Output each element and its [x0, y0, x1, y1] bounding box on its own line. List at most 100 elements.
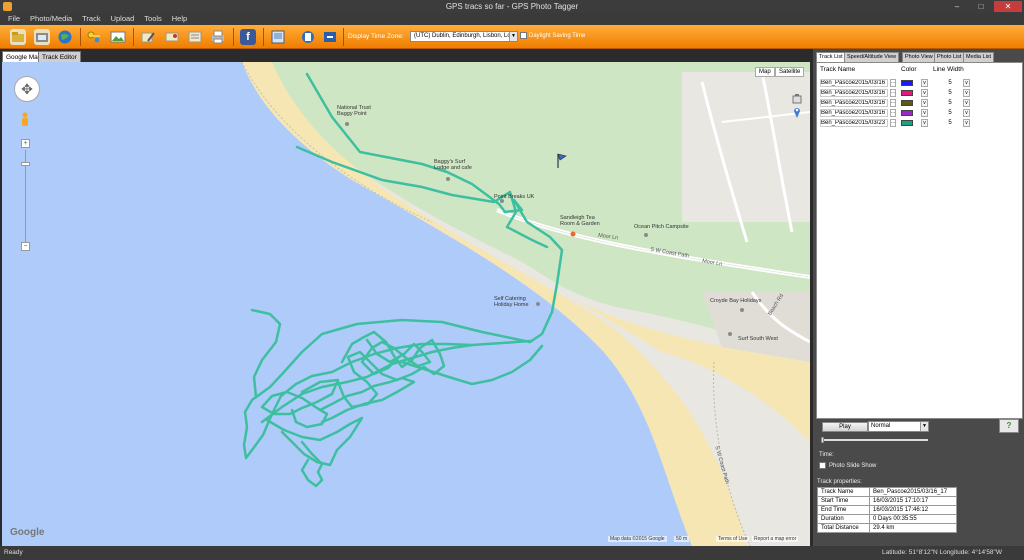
zoom-in-button[interactable]: +: [21, 139, 30, 148]
chevron-down-icon[interactable]: v: [963, 89, 970, 97]
key-icon[interactable]: [86, 29, 102, 45]
toolbar-separator: [343, 28, 344, 46]
open-folder-icon[interactable]: [10, 29, 26, 45]
track-name: Ben_Pascoe2015/03/16: [820, 89, 888, 97]
track-row[interactable]: Ben_Pascoe2015/03/16... v 5 v: [817, 109, 1017, 118]
title-bar: GPS tracs so far - GPS Photo Tagger – □ …: [0, 0, 1024, 13]
menu-track[interactable]: Track: [82, 13, 100, 25]
chevron-down-icon[interactable]: v: [921, 99, 928, 107]
track-color-swatch[interactable]: [901, 90, 913, 96]
track-options-button[interactable]: ...: [890, 79, 896, 87]
property-row: Track Name Ben_Pascoe2015/03/16_17: [817, 487, 957, 497]
place-ocean-pitch: Ocean Pitch Campsite: [634, 224, 689, 230]
tab-media-list[interactable]: Media List: [963, 52, 995, 62]
track-color-swatch[interactable]: [901, 80, 913, 86]
chevron-down-icon[interactable]: v: [963, 119, 970, 127]
export-icon[interactable]: [187, 29, 203, 45]
property-value: 16/03/2015 17:10:17: [869, 496, 957, 506]
coordinates-readout: Latitude: 51°8'12"N Longitude: 4°14'58"W: [882, 549, 1002, 556]
track-row[interactable]: Ben_Pascoe2015/03/16... v 5 v: [817, 89, 1017, 98]
track-row[interactable]: Ben_Pascoe2015/03/16... v 5 v: [817, 99, 1017, 108]
help-icon[interactable]: ?: [999, 419, 1019, 433]
pegman-icon[interactable]: [20, 112, 30, 128]
facebook-icon[interactable]: f: [240, 29, 256, 45]
zoom-slider-handle[interactable]: [21, 162, 30, 166]
menu-photo-media[interactable]: Photo/Media: [30, 13, 72, 25]
poi-marker: [536, 302, 540, 306]
minimize-button[interactable]: –: [946, 1, 968, 12]
poi-marker: [446, 177, 450, 181]
slide-show-checkbox[interactable]: [819, 462, 826, 469]
toolbar-separator: [133, 28, 134, 46]
track-options-button[interactable]: ...: [890, 89, 896, 97]
menu-bar: File Photo/Media Track Upload Tools Help: [0, 13, 1024, 25]
track-color-swatch[interactable]: [901, 110, 913, 116]
track-color-swatch[interactable]: [901, 100, 913, 106]
speed-value: Normal: [871, 423, 891, 429]
chevron-down-icon[interactable]: v: [921, 79, 928, 87]
tag-icon[interactable]: [164, 29, 180, 45]
map-terms-link[interactable]: Terms of Use: [716, 536, 750, 542]
chevron-down-icon[interactable]: ▼: [509, 32, 517, 41]
track-color-swatch[interactable]: [901, 120, 913, 126]
track-row[interactable]: Ben_Pascoe2015/03/16... v 5 v: [817, 79, 1017, 88]
album-icon[interactable]: [270, 29, 286, 45]
phone-icon[interactable]: [300, 29, 316, 45]
tab-photo-list[interactable]: Photo List: [934, 52, 965, 62]
tab-track-editor[interactable]: Track Editor: [38, 51, 81, 62]
chevron-down-icon[interactable]: v: [921, 119, 928, 127]
dst-checkbox[interactable]: [520, 32, 527, 39]
chevron-down-icon[interactable]: ▼: [920, 422, 928, 431]
pan-control[interactable]: ✥: [14, 76, 40, 102]
location-pin-icon[interactable]: [793, 106, 801, 118]
property-row: Duration 0 Days 00:35:55: [817, 514, 957, 524]
speed-select[interactable]: Normal ▼: [868, 421, 929, 432]
track-row[interactable]: Ben_Pascoe2015/03/23... v 5 v: [817, 119, 1017, 128]
playback-slider-thumb[interactable]: [821, 437, 824, 443]
track-line-width: 5: [948, 80, 952, 86]
track-name: Ben_Pascoe2015/03/16: [820, 99, 888, 107]
track-name: Ben_Pascoe2015/03/16: [820, 79, 888, 87]
chevron-down-icon[interactable]: v: [963, 79, 970, 87]
place-surf-south-west: Surf South West: [738, 336, 778, 342]
property-row: Total Distance 29.4 km: [817, 523, 957, 533]
maximize-button[interactable]: □: [970, 1, 992, 12]
track-options-button[interactable]: ...: [890, 119, 896, 127]
track-options-button[interactable]: ...: [890, 109, 896, 117]
menu-help[interactable]: Help: [172, 13, 187, 25]
tab-speed-altitude[interactable]: Speed/Altitude View: [844, 52, 900, 62]
chevron-down-icon[interactable]: v: [963, 109, 970, 117]
chevron-down-icon[interactable]: v: [921, 109, 928, 117]
chevron-down-icon[interactable]: v: [963, 99, 970, 107]
map-report-link[interactable]: Report a map error: [752, 536, 799, 542]
toolbar-separator: [233, 28, 234, 46]
edit-icon[interactable]: [140, 29, 156, 45]
camera-icon[interactable]: [792, 94, 802, 104]
playback-slider[interactable]: [823, 439, 928, 441]
map-view[interactable]: National Trust Baggy Point Baggy's Surf …: [2, 62, 810, 546]
town-area: [682, 72, 810, 222]
tab-track-list[interactable]: Track List: [816, 52, 846, 62]
map-tab-strip: Google Map Track Editor: [0, 49, 810, 62]
menu-upload[interactable]: Upload: [111, 13, 135, 25]
menu-tools[interactable]: Tools: [144, 13, 162, 25]
track-line-width: 5: [948, 120, 952, 126]
play-button[interactable]: Play: [822, 422, 868, 432]
time-zone-select[interactable]: (UTC) Dublin, Edinburgh, Lisbon, Lon ▼: [410, 31, 518, 42]
map-type-map-button[interactable]: Map: [755, 67, 775, 77]
sync-icon[interactable]: [322, 29, 338, 45]
menu-file[interactable]: File: [8, 13, 20, 25]
print-icon[interactable]: [210, 29, 226, 45]
import-photos-icon[interactable]: [34, 29, 50, 45]
poi-marker: [345, 122, 349, 126]
place-baggys: Baggy's Surf Lodge and cafe: [434, 159, 472, 171]
photo-icon[interactable]: [110, 29, 126, 45]
track-properties-label: Track properties:: [817, 479, 862, 485]
map-type-satellite-button[interactable]: Satellite: [775, 67, 805, 77]
close-button[interactable]: ✕: [994, 1, 1022, 12]
globe-icon[interactable]: [57, 29, 73, 45]
zoom-out-button[interactable]: −: [21, 242, 30, 251]
chevron-down-icon[interactable]: v: [921, 89, 928, 97]
tab-photo-view[interactable]: Photo View: [902, 52, 936, 62]
track-options-button[interactable]: ...: [890, 99, 896, 107]
